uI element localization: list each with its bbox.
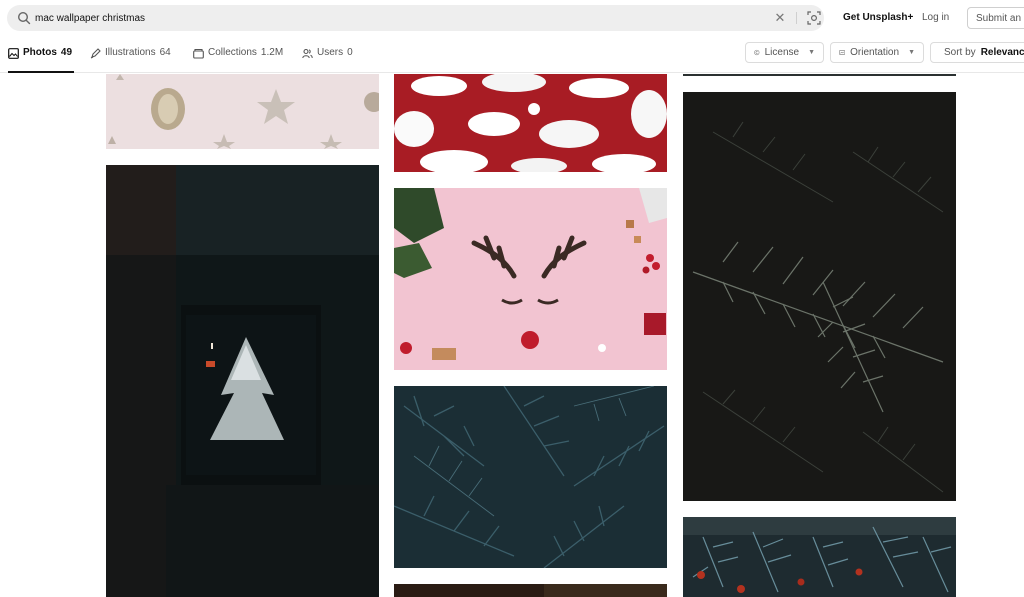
photo-icon — [8, 48, 19, 59]
photo-stars-ornaments-image — [106, 74, 379, 149]
users-icon — [302, 48, 313, 59]
tab-users-label: Users — [317, 47, 344, 58]
photo-partial-bottom-image — [394, 584, 667, 597]
chevron-down-icon: ▼ — [908, 49, 915, 56]
close-icon[interactable]: ✕ — [774, 11, 786, 25]
tab-collections-count: 1.2M — [260, 47, 284, 58]
photo-fir-dark-image — [683, 92, 956, 501]
orientation-icon — [839, 50, 846, 55]
photo-partial-top-image — [683, 74, 956, 76]
active-tab-underline — [8, 71, 74, 73]
license-icon — [754, 49, 760, 56]
tab-illustrations[interactable]: Illustrations 64 — [90, 47, 171, 71]
visual-search-icon[interactable] — [807, 11, 821, 25]
tab-illustrations-label: Illustrations — [105, 47, 156, 58]
photo-fir-dark[interactable] — [683, 92, 956, 501]
search-divider — [796, 12, 797, 24]
photo-santa-hats-image — [394, 74, 667, 172]
chevron-down-icon: ▼ — [808, 49, 815, 56]
photo-fir-blue[interactable] — [394, 386, 667, 568]
photo-stars-ornaments[interactable] — [106, 74, 379, 149]
license-label: License — [764, 47, 800, 58]
photo-fir-berries-image — [683, 517, 956, 597]
sort-prefix: Sort by — [944, 47, 976, 58]
photo-reindeer[interactable] — [394, 188, 667, 370]
orientation-dropdown[interactable]: Orientation ▼ — [830, 42, 924, 63]
tab-collections-label: Collections — [208, 47, 257, 58]
orientation-label: Orientation — [850, 47, 900, 58]
photo-partial-top[interactable] — [683, 74, 956, 76]
photo-fir-blue-image — [394, 386, 667, 568]
tab-users-count: 0 — [347, 47, 353, 58]
tab-illustrations-count: 64 — [159, 47, 171, 58]
search-icon — [17, 11, 31, 25]
submit-image-button[interactable]: Submit an image — [967, 7, 1024, 29]
photo-partial-bottom[interactable] — [394, 584, 667, 597]
tab-photos-label: Photos — [23, 47, 57, 58]
login-link[interactable]: Log in — [922, 12, 949, 23]
pen-icon — [90, 48, 101, 59]
tab-collections[interactable]: Collections 1.2M — [193, 47, 283, 71]
search-input[interactable] — [35, 8, 735, 28]
photo-reindeer-image — [394, 188, 667, 370]
search-bar[interactable]: ✕ — [7, 5, 824, 31]
photo-santa-hats[interactable] — [394, 74, 667, 172]
tab-photos-count: 49 — [60, 47, 73, 58]
photo-fir-berries[interactable] — [683, 517, 956, 597]
top-header: ✕ Get Unsplash+ Log in Submit an image — [0, 0, 1024, 36]
photo-window-tree-image — [106, 165, 379, 597]
photo-window-tree[interactable] — [106, 165, 379, 597]
collection-icon — [193, 48, 204, 59]
sort-value: Relevance — [980, 47, 1024, 58]
tab-users[interactable]: Users 0 — [302, 47, 353, 71]
license-dropdown[interactable]: License ▼ — [745, 42, 824, 63]
get-unsplash-plus-link[interactable]: Get Unsplash+ — [843, 12, 913, 23]
sort-dropdown[interactable]: Sort by Relevance — [930, 42, 1024, 63]
tab-photos[interactable]: Photos 49 — [8, 47, 72, 71]
